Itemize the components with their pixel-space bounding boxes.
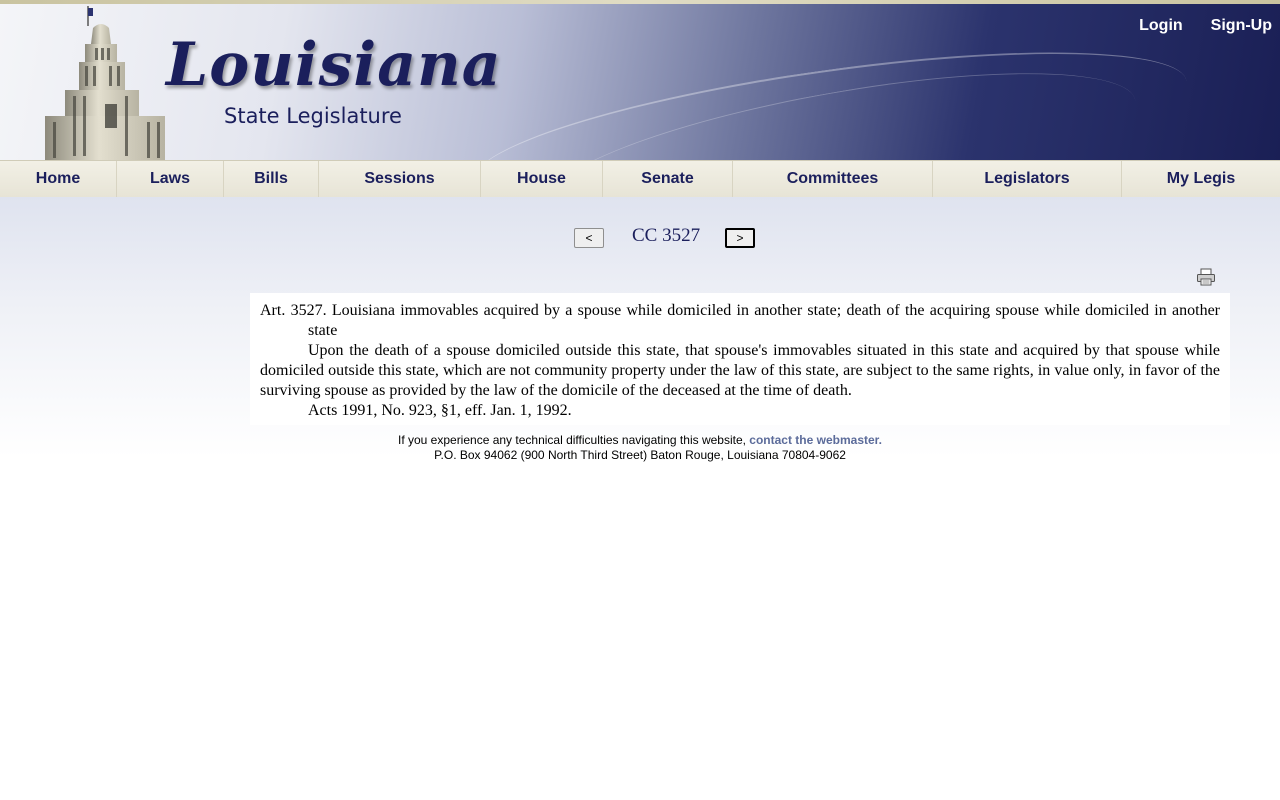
printer-icon[interactable] <box>1196 268 1216 286</box>
page-footer: If you experience any technical difficul… <box>0 433 1280 463</box>
document-pager: < CC 3527 > <box>0 224 1280 254</box>
footer-help-text: If you experience any technical difficul… <box>397 433 750 447</box>
article-history: Acts 1991, No. 923, §1, eff. Jan. 1, 199… <box>308 402 572 419</box>
auth-links: Login Sign-Up <box>1139 17 1272 35</box>
header-banner: Louisiana State Legislature Login Sign-U… <box>0 0 1280 160</box>
nav-item-house[interactable]: House <box>481 161 603 197</box>
nav-item-home[interactable]: Home <box>0 161 117 197</box>
next-article-button[interactable]: > <box>725 228 755 248</box>
signup-link[interactable]: Sign-Up <box>1211 17 1272 35</box>
nav-item-senate[interactable]: Senate <box>603 161 733 197</box>
nav-item-legislators[interactable]: Legislators <box>933 161 1122 197</box>
footer-line-1: If you experience any technical difficul… <box>0 433 1280 448</box>
banner-top-line <box>0 0 1280 4</box>
logo-subtitle: State Legislature <box>224 104 402 128</box>
article-code-title: CC 3527 <box>632 225 701 246</box>
nav-item-sessions[interactable]: Sessions <box>319 161 481 197</box>
article-heading: Art. 3527. Louisiana immovables acquired… <box>260 302 1220 339</box>
logo-title: Louisiana <box>166 30 502 100</box>
contact-webmaster-link[interactable]: contact the webmaster. <box>749 433 882 447</box>
login-link[interactable]: Login <box>1139 17 1183 35</box>
article-body: Upon the death of a spouse domiciled out… <box>260 342 1220 399</box>
main-nav: Home Laws Bills Sessions House Senate Co… <box>0 160 1280 198</box>
footer-address: P.O. Box 94062 (900 North Third Street) … <box>434 448 846 462</box>
nav-item-laws[interactable]: Laws <box>117 161 224 197</box>
nav-item-committees[interactable]: Committees <box>733 161 933 197</box>
previous-article-button[interactable]: < <box>574 228 604 248</box>
law-article: Art. 3527. Louisiana immovables acquired… <box>250 293 1230 425</box>
capitol-building-icon <box>45 6 165 160</box>
nav-item-bills[interactable]: Bills <box>224 161 319 197</box>
nav-item-my-legis[interactable]: My Legis <box>1122 161 1280 197</box>
